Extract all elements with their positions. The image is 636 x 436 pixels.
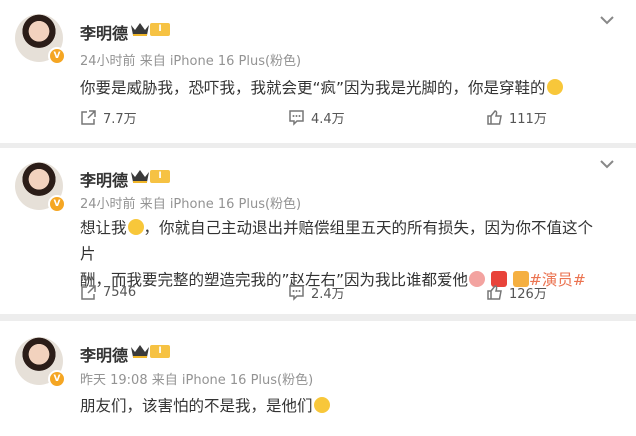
verified-badge-icon: V [48, 370, 66, 388]
share-count: 7546 [103, 284, 137, 300]
post-text: 你要是威胁我，恐吓我，我就会更“疯”因为我是光脚的，你是穿鞋的 [80, 75, 600, 101]
share-button[interactable]: 7.7万 [80, 106, 137, 128]
chevron-down-icon[interactable] [600, 15, 614, 25]
weibo-feed: V 李明德 I 24小时前 来自 iPhone 16 Plus(粉色) 你要是威… [0, 0, 636, 436]
rank-badge[interactable]: I [130, 168, 172, 184]
post-meta: 昨天 19:08 来自 iPhone 16 Plus(粉色) [80, 369, 313, 388]
avatar[interactable]: V [15, 337, 66, 388]
comment-icon [289, 284, 304, 301]
like-icon [487, 109, 502, 125]
post-text-content: 朋友们，该害怕的不是我，是他们 [80, 397, 313, 415]
author-name[interactable]: 李明德 [80, 342, 128, 366]
verified-badge-icon: V [48, 47, 66, 65]
author-name[interactable]: 李明德 [80, 167, 128, 191]
rank-badge[interactable]: I [130, 21, 172, 37]
like-count: 126万 [509, 286, 547, 302]
level-badge: I [150, 345, 170, 358]
comment-button[interactable]: 4.4万 [288, 106, 345, 128]
post-card: V 李明德 I 昨天 19:08 来自 iPhone 16 Plus(粉色) 朋… [0, 321, 636, 436]
post-actions: 7546 2.4万 126万 [0, 281, 636, 303]
post-text: 朋友们，该害怕的不是我，是他们 [80, 393, 600, 419]
like-count: 111万 [509, 111, 547, 127]
like-icon [487, 284, 502, 300]
share-icon [81, 109, 96, 125]
avatar[interactable]: V [15, 14, 66, 65]
comment-count: 2.4万 [311, 286, 345, 302]
post-meta: 24小时前 来自 iPhone 16 Plus(粉色) [80, 193, 301, 212]
share-button[interactable]: 7546 [80, 281, 136, 303]
post-card: V 李明德 I 24小时前 来自 iPhone 16 Plus(粉色) 你要是威… [0, 0, 636, 143]
post-source: 来自 iPhone 16 Plus(粉色) [151, 373, 314, 388]
level-badge: I [150, 170, 170, 183]
post-source: 来自 iPhone 16 Plus(粉色) [139, 54, 302, 69]
post-source: 来自 iPhone 16 Plus(粉色) [139, 197, 302, 212]
rank-badge[interactable]: I [130, 343, 172, 359]
chevron-down-icon[interactable] [600, 159, 614, 169]
post-time[interactable]: 24小时前 [80, 197, 136, 212]
comment-icon [289, 109, 304, 126]
post-text-segment: ，你就自己主动退出并赔偿组里五天的所有损失，因为你不值这个片 [80, 219, 594, 263]
share-count: 7.7万 [103, 111, 137, 127]
post-text-content: 你要是威胁我，恐吓我，我就会更“疯”因为我是光脚的，你是穿鞋的 [80, 79, 546, 97]
comment-button[interactable]: 2.4万 [288, 281, 345, 303]
level-badge: I [150, 23, 170, 36]
avatar[interactable]: V [15, 162, 66, 213]
post-text-segment: 想让我 [80, 219, 127, 237]
like-button[interactable]: 126万 [486, 281, 547, 303]
post-time[interactable]: 24小时前 [80, 54, 136, 69]
post-actions: 7.7万 4.4万 111万 [0, 106, 636, 128]
crown-icon [131, 23, 149, 36]
crown-icon [131, 170, 149, 183]
verified-badge-icon: V [48, 195, 66, 213]
comment-count: 4.4万 [311, 111, 345, 127]
post-card: V 李明德 I 24小时前 来自 iPhone 16 Plus(粉色) 想让我，… [0, 148, 636, 314]
grimace-emoji-icon [546, 79, 563, 95]
crown-icon [131, 345, 149, 358]
like-button[interactable]: 111万 [486, 106, 547, 128]
post-text-line-1: 想让我 ，你就自己主动退出并赔偿组里五天的所有损失，因为你不值这个片 [80, 215, 600, 267]
smile-emoji-icon [313, 397, 330, 413]
neutral-emoji-icon [127, 219, 144, 235]
author-name[interactable]: 李明德 [80, 20, 128, 44]
post-meta: 24小时前 来自 iPhone 16 Plus(粉色) [80, 50, 301, 69]
post-time[interactable]: 昨天 19:08 [80, 373, 148, 388]
share-icon [81, 284, 96, 300]
